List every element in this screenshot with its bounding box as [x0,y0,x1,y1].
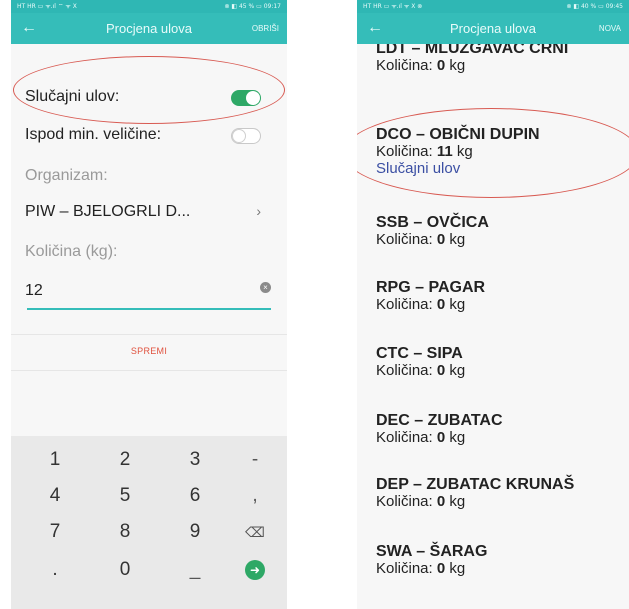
save-button[interactable]: SPREMI [11,346,287,356]
app-bar: ← Procjena ulova NOVA [357,13,629,44]
organism-select[interactable]: PIW – BJELOGRLI D... › [25,203,277,221]
list-item[interactable]: SWA – ŠARAG Količina: 0 kg [376,543,487,577]
divider [11,334,287,335]
highlight-ellipse [13,56,285,124]
quantity-text: Količina: 0 kg [376,231,466,248]
divider [11,370,287,371]
catch-list-screen: HT HR ▭ ᯤ.ıl ᯤ X ⊗ ⊗ ◧ 40 % ▭ 09:45 LDT … [357,0,629,609]
status-bar: HT HR ▭ ᯤ.ıl ⌔ ᯤ X ⊗ ◧ 45 % ▭ 09:17 [11,0,287,13]
go-arrow-icon[interactable]: ➜ [245,560,265,580]
key-9[interactable]: 9 [165,514,225,550]
chevron-right-icon: › [256,203,261,219]
app-bar: ← Procjena ulova OBRIŠI [11,13,287,44]
clear-icon[interactable]: × [260,282,271,293]
status-left: HT HR ▭ ᯤ.ıl ⌔ ᯤ X [17,3,77,10]
key-0[interactable]: 0 [95,552,155,588]
input-underline [27,308,271,310]
key-comma[interactable]: , [225,478,285,514]
species-code: CTC – SIPA [376,345,463,362]
key-space[interactable]: _ [165,552,225,588]
species-code: DEC – ZUBATAC [376,412,503,429]
toggle-knob [232,129,246,143]
species-code: DEP – ZUBATAC KRUNAŠ [376,476,575,493]
key-5[interactable]: 5 [95,478,155,514]
quantity-text: Količina: 0 kg [376,362,466,379]
species-code: SWA – ŠARAG [376,543,488,560]
status-right: ⊗ ◧ 45 % ▭ 09:17 [224,3,281,10]
organism-value: PIW – BJELOGRLI D... [25,203,191,220]
highlight-ellipse [357,108,629,198]
status-left: HT HR ▭ ᯤ.ıl ᯤ X ⊗ [363,3,423,10]
key-4[interactable]: 4 [25,478,85,514]
list-item[interactable]: LDT – MLUZGAVAC CRNI Količina: 0 kg [376,40,568,74]
status-bar: HT HR ▭ ᯤ.ıl ᯤ X ⊗ ⊗ ◧ 40 % ▭ 09:45 [357,0,629,13]
below-min-size-row: Ispod min. veličine: [25,126,277,144]
key-3[interactable]: 3 [165,442,225,478]
key-dot[interactable]: . [25,552,85,588]
list-item[interactable]: RPG – PAGAR Količina: 0 kg [376,279,485,313]
species-code: RPG – PAGAR [376,279,486,296]
below-min-size-label: Ispod min. veličine: [25,126,162,143]
key-minus[interactable]: - [225,442,285,478]
edit-catch-screen: HT HR ▭ ᯤ.ıl ⌔ ᯤ X ⊗ ◧ 45 % ▭ 09:17 ← Pr… [11,0,287,609]
key-1[interactable]: 1 [25,442,85,478]
key-7[interactable]: 7 [25,514,85,550]
quantity-text: Količina: 0 kg [376,296,466,313]
quantity-label: Količina (kg): [25,243,118,260]
quantity-text: Količina: 0 kg [376,493,466,510]
key-8[interactable]: 8 [95,514,155,550]
list-item[interactable]: CTC – SIPA Količina: 0 kg [376,345,465,379]
below-min-size-toggle[interactable] [231,128,261,144]
quantity-input[interactable]: 12 [25,282,277,300]
list-item[interactable]: DEP – ZUBATAC KRUNAŠ Količina: 0 kg [376,476,574,510]
key-6[interactable]: 6 [165,478,225,514]
organism-label: Organizam: [25,167,108,184]
quantity-text: Količina: 0 kg [376,429,466,446]
status-right: ⊗ ◧ 40 % ▭ 09:45 [566,3,623,10]
quantity-text: Količina: 0 kg [376,560,466,577]
list-item[interactable]: DEC – ZUBATAC Količina: 0 kg [376,412,503,446]
key-2[interactable]: 2 [95,442,155,478]
delete-button[interactable]: OBRIŠI [252,23,279,35]
page-title: Procjena ulova [450,21,536,36]
numeric-keypad: 1 2 3 - 4 5 6 , 7 8 9 ⌫ . 0 _ ➜ [11,436,287,609]
backspace-icon[interactable]: ⌫ [225,514,285,550]
new-button[interactable]: NOVA [599,23,621,35]
page-title: Procjena ulova [106,21,192,36]
species-code: SSB – OVČICA [376,214,489,231]
quantity-text: Količina: 0 kg [376,57,466,74]
list-item[interactable]: SSB – OVČICA Količina: 0 kg [376,214,489,248]
